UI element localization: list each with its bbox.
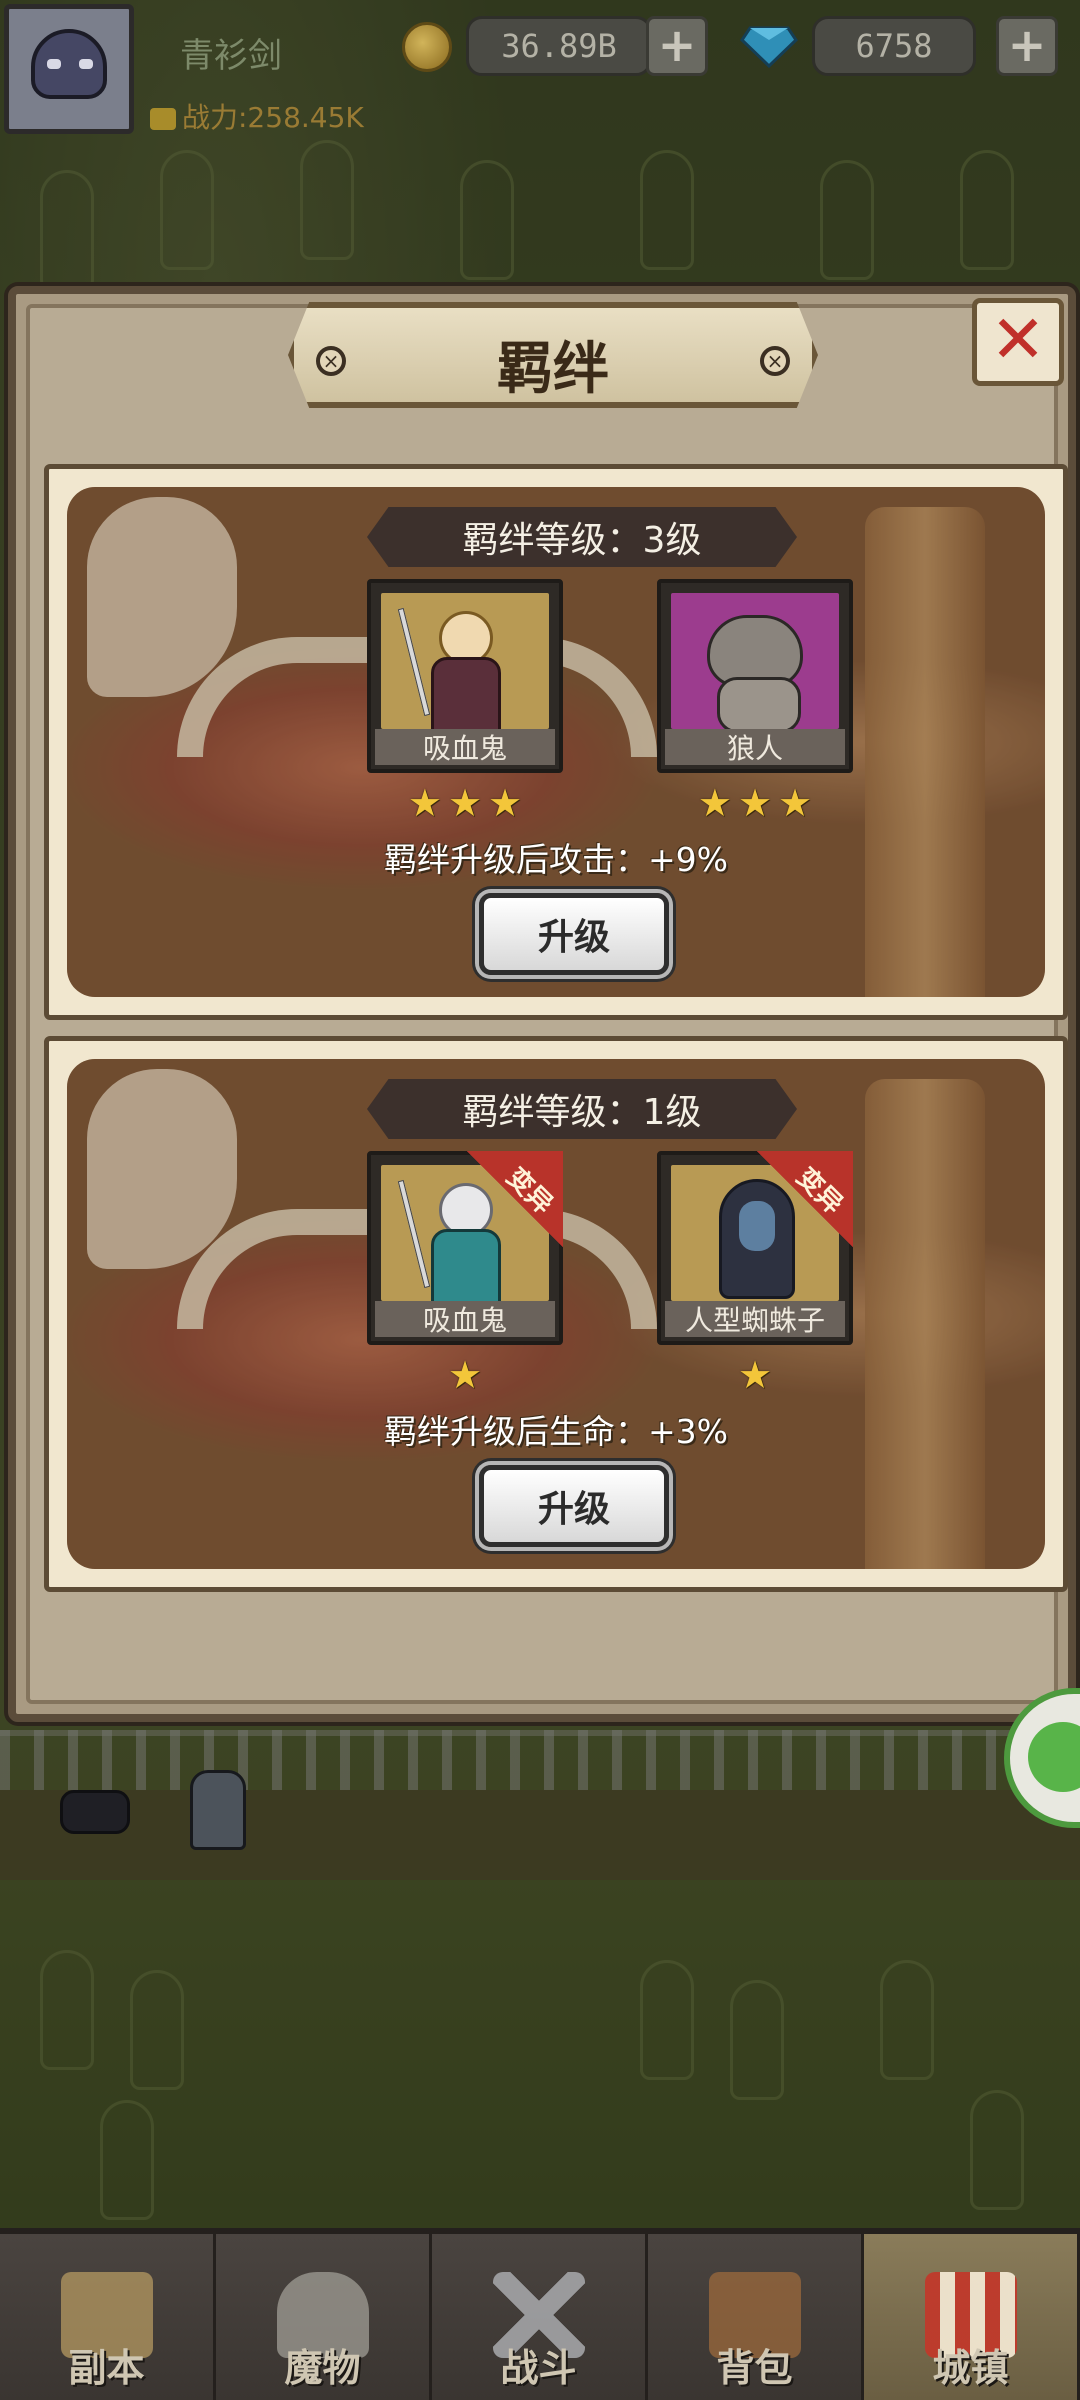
gold-coin-icon [402,22,452,72]
hero-card-vampire[interactable]: 吸血鬼 [367,579,563,773]
bond-bonus-text: 羁绊升级后攻击：+9% [383,840,728,879]
upgrade-button[interactable]: 升级 [479,893,669,975]
bond-card-art: 羁绊等级：3级 吸血鬼 ★ ★ ★ 狼人 ★ ★ ★ 羁绊升级后攻击：+9% 升… [67,487,1045,997]
bond-card-art: 羁绊等级：1级 吸血鬼 变异 ★ 人型蜘蛛子 变异 ★ 羁绊升级后生命：+3% … [67,1059,1045,1569]
vampire-portrait-icon [381,593,549,729]
add-gem-button[interactable]: + [996,16,1058,76]
nav-monsters[interactable]: 魔物 [216,2234,432,2400]
upgrade-button[interactable]: 升级 [479,1465,669,1547]
hero-card-arachne[interactable]: 人型蜘蛛子 变异 [657,1151,853,1345]
chat-icon [1028,1722,1080,1792]
gem-amount: 6758 [812,16,976,76]
nav-town[interactable]: 城镇 [864,2234,1080,2400]
star-icon: ★ [447,1353,483,1397]
nav-label: 背包 [716,2346,793,2390]
hero-card-vampire-mutated[interactable]: 吸血鬼 变异 [367,1151,563,1345]
bond-modal: × 羁绊 × 羁绊等级：3级 吸血鬼 ★ ★ ★ 狼人 ★ ★ ★ 羁绊升级后攻… [8,286,1076,1722]
hero-name: 吸血鬼 [375,729,555,765]
star-icon: ★ [697,781,732,825]
hero-stars: ★ [367,1355,563,1395]
rivet-icon: × [760,346,790,376]
hero-card-werewolf[interactable]: 狼人 [657,579,853,773]
bond-bonus-text: 羁绊升级后生命：+3% [383,1412,728,1451]
combat-power-label: 战力:258.45K [182,101,364,134]
mutation-badge: 变异 [467,1151,563,1247]
power-icon [150,108,176,130]
nav-battle[interactable]: 战斗 [432,2234,648,2400]
star-icon: ★ [447,781,483,825]
star-icon: ★ [488,781,523,825]
hero-stars: ★ ★ ★ [367,783,563,823]
star-icon: ★ [407,781,442,825]
add-gold-button[interactable]: + [646,16,708,76]
diamond-icon [740,26,798,68]
combat-power: 战力:258.45K [150,96,364,136]
nav-dungeon[interactable]: 副本 [0,2234,216,2400]
hero-stars: ★ [657,1355,853,1395]
hero-stars: ★ ★ ★ [657,783,853,823]
bond-card: 羁绊等级：1级 吸血鬼 变异 ★ 人型蜘蛛子 变异 ★ 羁绊升级后生命：+3% … [44,1036,1068,1592]
hero-name: 人型蜘蛛子 [665,1301,845,1337]
modal-title-plate: × 羁绊 × [288,302,818,408]
werewolf-portrait-icon [671,593,839,729]
star-icon: ★ [737,781,773,825]
bond-level-banner: 羁绊等级：1级 [367,1079,797,1139]
nav-backpack[interactable]: 背包 [648,2234,864,2400]
star-icon: ★ [778,781,813,825]
mutation-label: 变异 [790,1162,849,1221]
nav-label: 副本 [68,2346,145,2390]
star-icon: ★ [737,1353,773,1397]
bond-card: 羁绊等级：3级 吸血鬼 ★ ★ ★ 狼人 ★ ★ ★ 羁绊升级后攻击：+9% 升… [44,464,1068,1020]
player-name: 青衫剑 [180,36,282,76]
bond-level-banner: 羁绊等级：3级 [367,507,797,567]
nav-label: 战斗 [500,2346,577,2390]
close-button[interactable]: ✕ [972,298,1064,386]
modal-title: 羁绊 [497,337,609,402]
bottom-nav: 副本 魔物 战斗 背包 城镇 [0,2228,1080,2400]
avatar-face-icon [31,29,107,99]
nav-label: 城镇 [932,2346,1009,2390]
mutation-label: 变异 [500,1162,559,1221]
gold-amount: 36.89B [466,16,652,76]
top-hud: 青衫剑 战力:258.45K 36.89B + 6758 + [0,0,1080,140]
mutation-badge: 变异 [757,1151,853,1247]
nav-label: 魔物 [284,2346,361,2390]
hero-name: 吸血鬼 [375,1301,555,1337]
hero-name: 狼人 [665,729,845,765]
player-avatar[interactable] [4,4,134,134]
